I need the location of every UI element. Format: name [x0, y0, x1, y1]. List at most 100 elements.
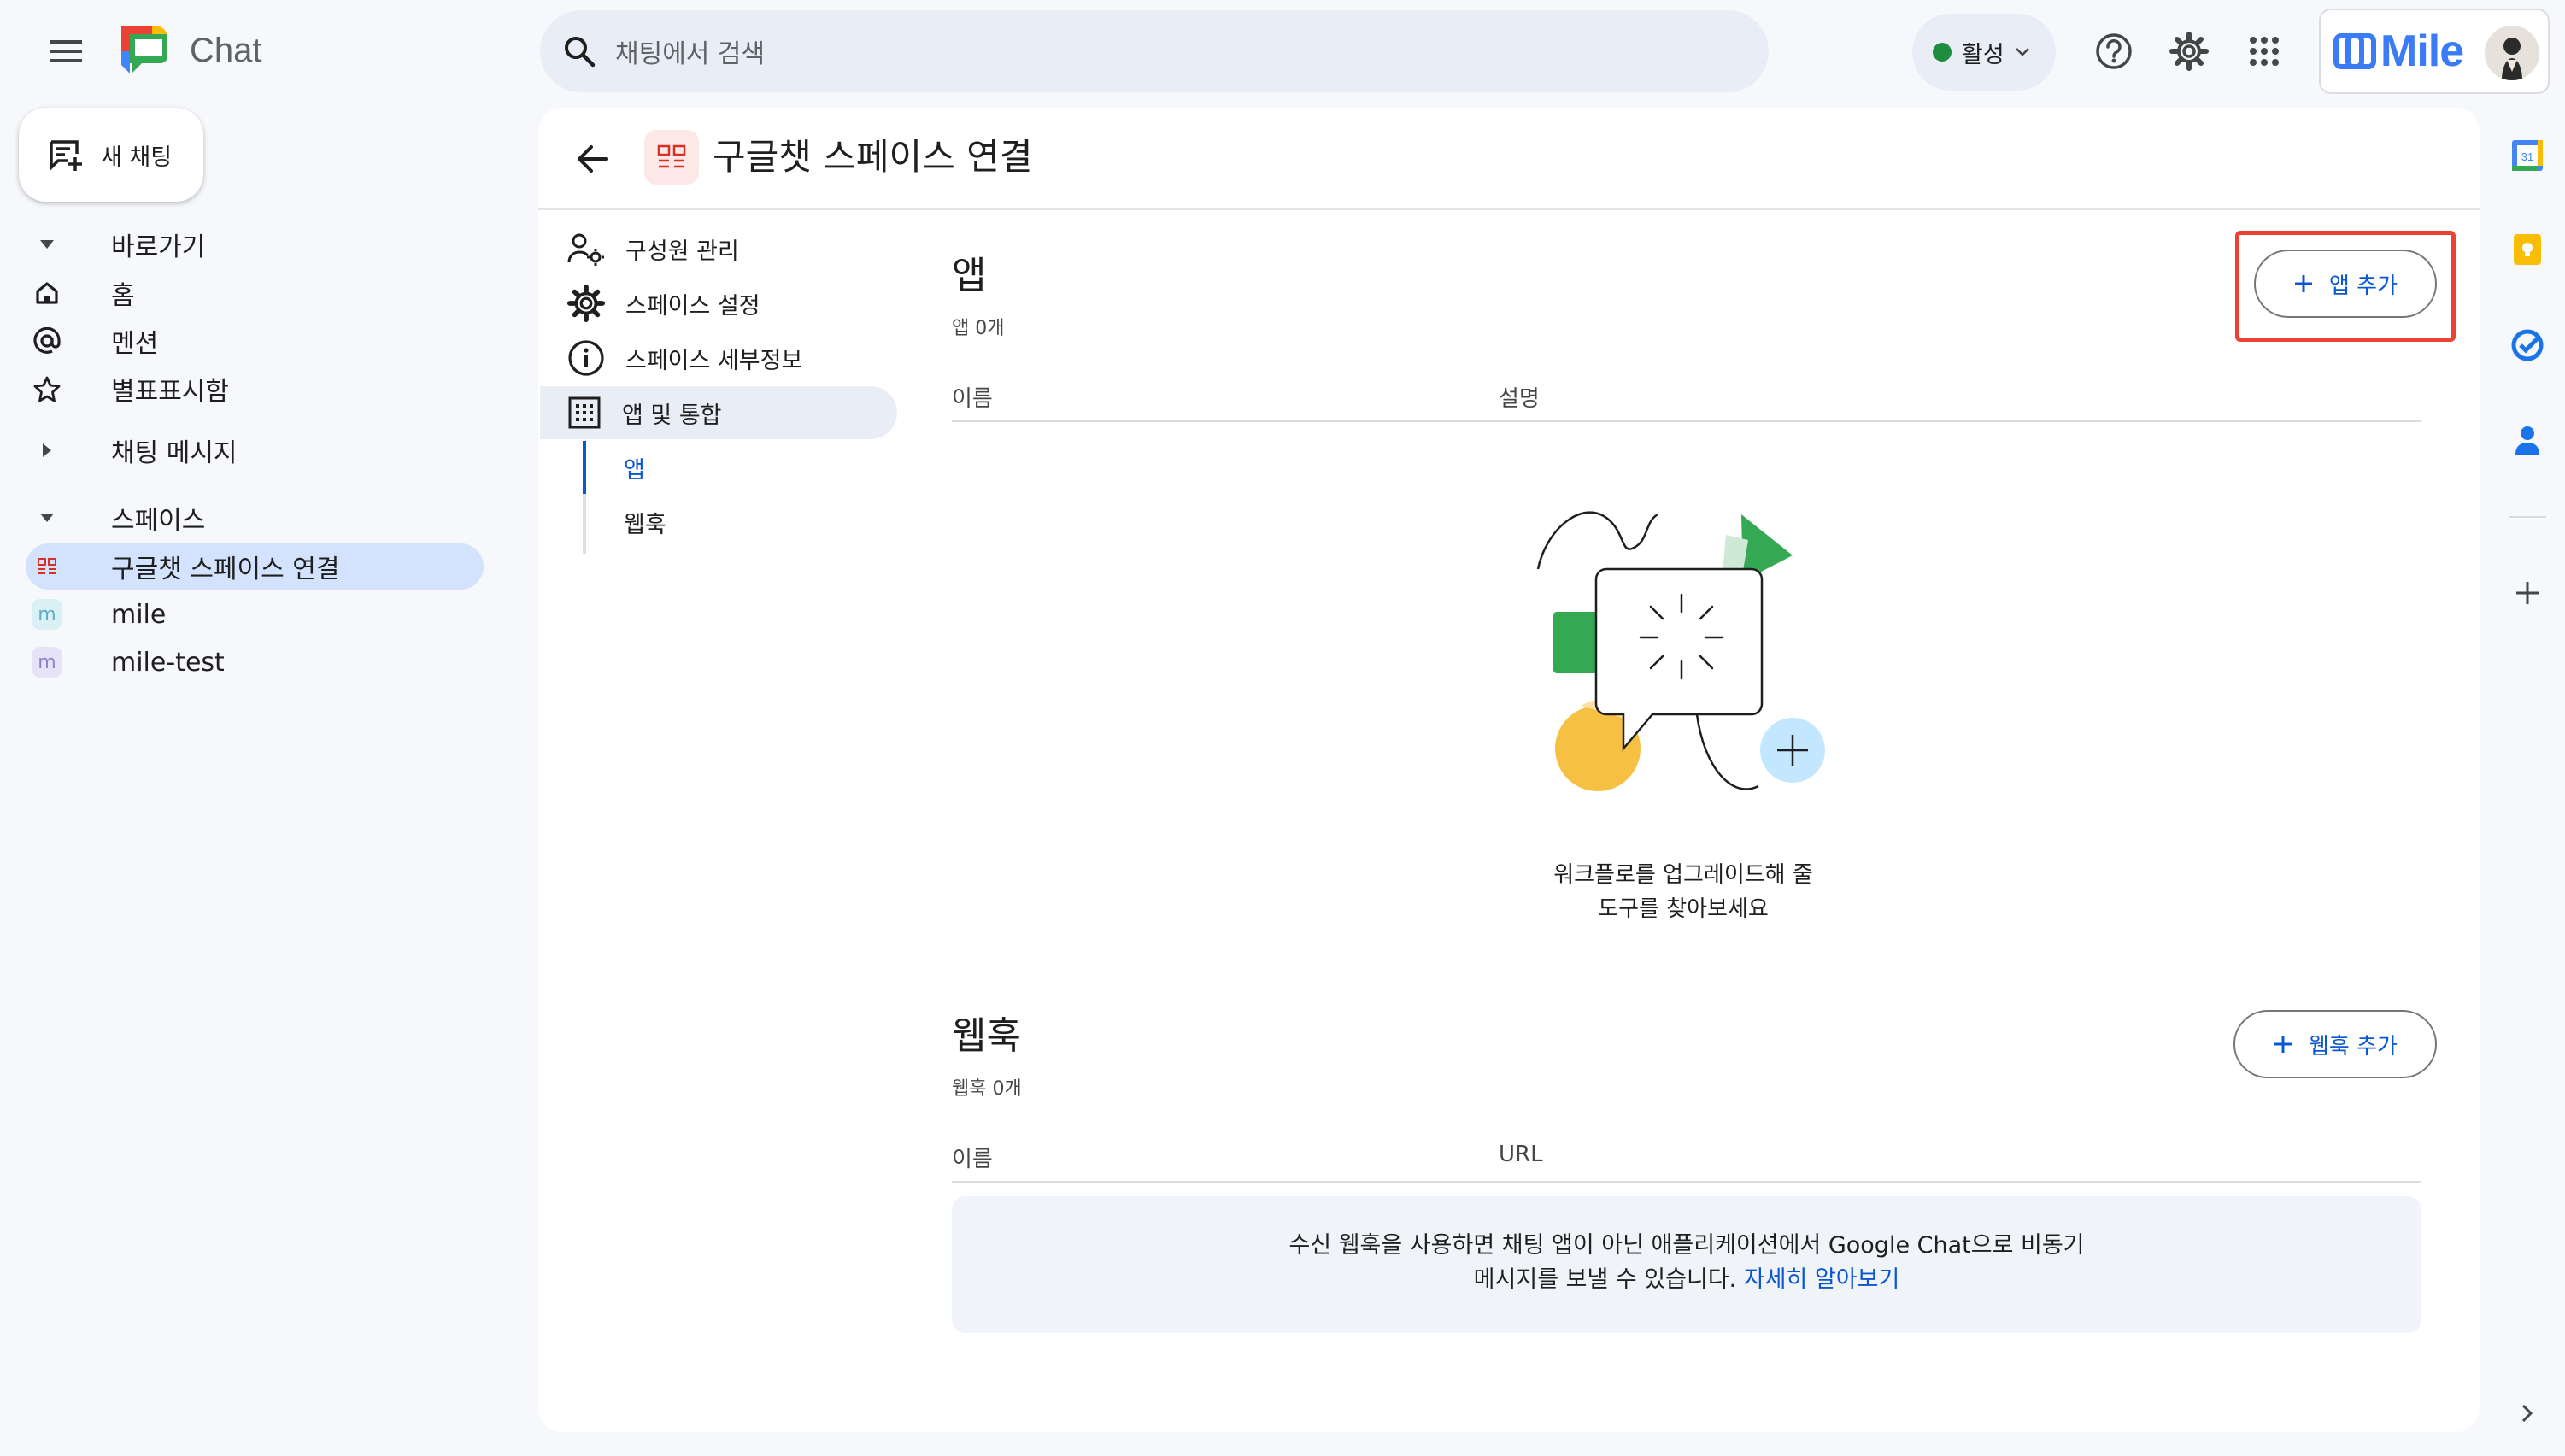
chevron-down-icon — [2015, 48, 2029, 56]
search-bar[interactable]: 채팅에서 검색 — [540, 10, 1769, 92]
status-dot — [1933, 43, 1952, 62]
manage-members-icon — [567, 233, 604, 266]
add-webhook-button[interactable]: 웹훅 추가 — [2233, 1010, 2437, 1078]
nav-label: 앱 및 통합 — [622, 402, 722, 429]
sidebar-item-label: 홈 — [111, 281, 135, 311]
new-chat-icon — [50, 140, 82, 172]
sidebar-item-label: 구글챗 스페이스 연결 — [111, 555, 340, 584]
arrow-back-icon — [578, 145, 608, 173]
keep-button[interactable] — [2503, 226, 2551, 273]
nav-apps-integrations[interactable]: 앱 및 통합 — [540, 386, 897, 439]
mile-logo-icon — [2333, 33, 2376, 69]
space-grid-icon — [32, 551, 62, 582]
status-dropdown[interactable]: 활성 — [1912, 14, 2056, 91]
empty-state-line-1: 워크플로를 업그레이드해 줄 — [1553, 862, 1813, 888]
apps-section-title: 앱 — [952, 254, 987, 297]
avatar[interactable] — [2485, 26, 2539, 80]
star-icon — [33, 376, 61, 402]
sidebar-item-home[interactable]: 홈 — [26, 270, 484, 316]
help-button[interactable] — [2088, 26, 2139, 77]
svg-text:31: 31 — [2521, 150, 2533, 163]
plus-icon — [2516, 582, 2539, 604]
calendar-icon: 31 — [2512, 140, 2543, 171]
webhook-info-box: 수신 웹훅을 사용하면 채팅 앱이 아닌 애플리케이션에서 Google Cha… — [952, 1196, 2421, 1333]
expand-side-panel-button[interactable] — [2503, 1389, 2551, 1437]
empty-apps-illustration-icon — [1536, 511, 1825, 791]
learn-more-link[interactable]: 자세히 알아보기 — [1744, 1266, 1899, 1293]
nav-label: 스페이스 세부정보 — [625, 347, 803, 374]
webhook-info-text: 메시지를 보낼 수 있습니다. — [1473, 1266, 1737, 1293]
contacts-icon — [2515, 426, 2539, 455]
sidebar-item-space-mile-test[interactable]: m mile-test — [26, 639, 484, 685]
sidebar-item-mentions[interactable]: 멘션 — [26, 318, 484, 364]
webhooks-count: 웹훅 0개 — [952, 1078, 1022, 1100]
account-brand: Mile — [2380, 26, 2464, 76]
webhooks-section-title: 웹훅 — [952, 1014, 1021, 1058]
apps-count: 앱 0개 — [952, 318, 1005, 339]
account-switcher[interactable]: Mile — [2319, 9, 2550, 94]
sidebar-item-space-mile[interactable]: m mile — [26, 591, 484, 637]
sidebar-item-label: 멘션 — [111, 329, 159, 359]
tasks-icon — [2511, 329, 2544, 361]
space-grid-icon — [657, 144, 686, 168]
get-addons-button[interactable] — [2503, 569, 2551, 617]
subnav-apps[interactable]: 앱 — [583, 441, 839, 494]
sidebar-item-space-google-chat[interactable]: 구글챗 스페이스 연결 — [26, 543, 484, 590]
shortcuts-section-toggle[interactable]: 바로가기 — [26, 221, 484, 267]
chat-logo[interactable]: Chat — [116, 22, 262, 79]
tasks-button[interactable] — [2503, 321, 2551, 369]
caret-right-icon — [43, 443, 51, 457]
status-label: 활성 — [1962, 41, 2004, 68]
empty-state-message: 워크플로를 업그레이드해 줄 도구를 찾아보세요 — [1410, 858, 1957, 926]
sidebar-item-label: mile — [111, 599, 167, 630]
direct-messages-header: 채팅 메시지 — [111, 438, 238, 468]
table-divider — [952, 1181, 2421, 1183]
apps-grid-icon — [568, 396, 601, 429]
space-avatar-m: m — [32, 647, 62, 678]
google-chat-logo-icon — [121, 26, 167, 73]
nav-label: 스페이스 설정 — [625, 292, 760, 320]
empty-state-illustration — [1529, 501, 1837, 800]
app-name: Chat — [190, 31, 262, 69]
sidebar-item-label: mile-test — [111, 647, 225, 678]
apps-grid-icon — [2250, 37, 2279, 66]
column-header-description: 설명 — [1499, 386, 1540, 412]
search-input[interactable]: 채팅에서 검색 — [615, 32, 765, 70]
mile-logo: Mile — [2333, 26, 2464, 77]
caret-down-icon — [40, 240, 54, 249]
gear-icon — [2169, 32, 2209, 71]
hamburger-icon — [50, 40, 82, 62]
new-chat-label: 새 채팅 — [101, 144, 173, 171]
settings-button[interactable] — [2163, 26, 2215, 77]
caret-down-icon — [40, 514, 54, 522]
main-menu-button[interactable] — [41, 26, 92, 77]
space-avatar — [644, 130, 699, 185]
google-apps-button[interactable] — [2239, 26, 2290, 77]
space-avatar-m: m — [32, 599, 62, 630]
profile-photo-icon — [2502, 38, 2522, 80]
calendar-button[interactable]: 31 — [2503, 132, 2551, 179]
sidebar-item-starred[interactable]: 별표표시함 — [26, 366, 484, 412]
home-icon — [36, 282, 58, 304]
column-header-name: 이름 — [952, 386, 993, 412]
gear-icon — [567, 285, 605, 322]
direct-messages-section-toggle[interactable]: 채팅 메시지 — [26, 427, 484, 473]
nav-manage-members[interactable]: 구성원 관리 — [540, 222, 897, 275]
highlight-box — [2235, 231, 2456, 342]
new-chat-button[interactable]: 새 채팅 — [19, 108, 203, 202]
table-divider — [952, 420, 2421, 422]
rail-divider — [2509, 516, 2546, 518]
contacts-button[interactable] — [2503, 415, 2551, 463]
help-icon — [2096, 33, 2132, 69]
plus-icon — [2274, 1036, 2292, 1053]
add-webhook-label: 웹훅 추가 — [2309, 1033, 2398, 1060]
keep-icon — [2514, 234, 2541, 265]
at-icon — [33, 327, 61, 354]
nav-space-details[interactable]: 스페이스 세부정보 — [540, 332, 897, 385]
column-header-url: URL — [1499, 1142, 1543, 1167]
nav-label: 구성원 관리 — [625, 238, 739, 265]
back-button[interactable] — [564, 132, 619, 186]
nav-space-settings[interactable]: 스페이스 설정 — [540, 277, 897, 330]
spaces-section-toggle[interactable]: 스페이스 — [26, 495, 484, 541]
subnav-webhooks[interactable]: 웹훅 — [583, 496, 839, 549]
